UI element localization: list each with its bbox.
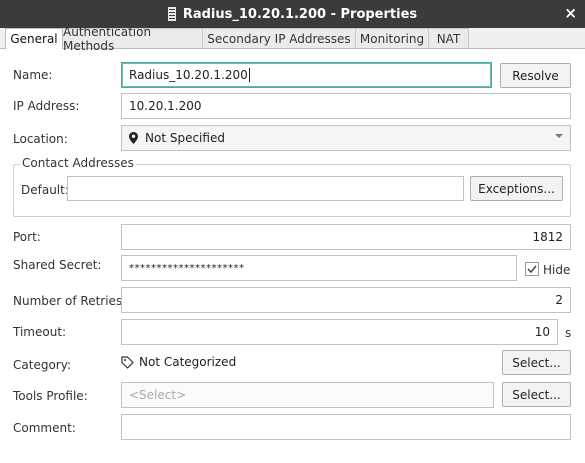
hide-checkbox[interactable] bbox=[525, 262, 539, 276]
tab-monitoring[interactable]: Monitoring bbox=[355, 28, 429, 48]
retries-label: Number of Retries: bbox=[13, 294, 127, 308]
name-value: Radius_10.20.1.200 bbox=[129, 68, 248, 82]
retries-field[interactable]: 2 bbox=[121, 287, 571, 313]
timeout-field[interactable]: 10 bbox=[121, 319, 558, 345]
default-address-label: Default: bbox=[21, 183, 69, 197]
ip-address-field[interactable]: 10.20.1.200 bbox=[121, 93, 571, 119]
resolve-button[interactable]: Resolve bbox=[500, 63, 571, 88]
timeout-unit: s bbox=[565, 326, 572, 340]
tab-secondary-ip-addresses[interactable]: Secondary IP Addresses bbox=[202, 28, 356, 48]
name-label: Name: bbox=[13, 68, 53, 82]
tab-nat[interactable]: NAT bbox=[428, 28, 469, 48]
port-value: 1812 bbox=[532, 230, 563, 244]
tools-profile-select-button[interactable]: Select... bbox=[502, 382, 571, 407]
tag-icon bbox=[121, 355, 134, 369]
category-label: Category: bbox=[13, 358, 71, 372]
shared-secret-label: Shared Secret: bbox=[13, 258, 102, 272]
timeout-label: Timeout: bbox=[13, 325, 67, 339]
tab-general[interactable]: General bbox=[5, 28, 63, 49]
ip-address-value: 10.20.1.200 bbox=[129, 99, 202, 113]
location-dropdown[interactable]: Not Specified bbox=[121, 125, 571, 151]
port-field[interactable]: 1812 bbox=[121, 224, 571, 250]
exceptions-button[interactable]: Exceptions... bbox=[470, 176, 563, 201]
location-value: Not Specified bbox=[145, 131, 225, 145]
shared-secret-field[interactable]: ********************* bbox=[121, 255, 517, 281]
tools-profile-field[interactable]: <Select> bbox=[121, 382, 494, 408]
contact-addresses-title: Contact Addresses bbox=[20, 156, 136, 170]
comment-label: Comment: bbox=[13, 421, 76, 435]
tools-profile-label: Tools Profile: bbox=[13, 389, 88, 403]
shared-secret-value: ********************* bbox=[129, 262, 245, 274]
tab-authentication-methods[interactable]: Authentication Methods bbox=[62, 25, 203, 53]
retries-value: 2 bbox=[555, 293, 563, 307]
checkmark-icon bbox=[527, 265, 537, 274]
tools-profile-placeholder: <Select> bbox=[129, 388, 187, 402]
name-field[interactable]: Radius_10.20.1.200 bbox=[121, 62, 492, 88]
hide-label: Hide bbox=[543, 263, 571, 277]
location-label: Location: bbox=[13, 132, 68, 146]
timeout-value: 10 bbox=[534, 325, 550, 339]
pin-icon bbox=[129, 132, 138, 144]
window-title: Radius_10.20.1.200 - Properties bbox=[182, 6, 418, 22]
server-icon bbox=[167, 7, 176, 21]
ip-address-label: IP Address: bbox=[13, 99, 80, 113]
default-address-field[interactable] bbox=[67, 176, 464, 201]
category-select-button[interactable]: Select... bbox=[502, 350, 571, 375]
tab-bar: General Authentication Methods Secondary… bbox=[0, 25, 585, 53]
close-icon[interactable]: × bbox=[564, 4, 577, 22]
category-value-row: Not Categorized bbox=[121, 355, 236, 369]
text-caret bbox=[248, 68, 250, 82]
chevron-down-icon bbox=[555, 134, 563, 138]
comment-field[interactable] bbox=[121, 414, 571, 440]
port-label: Port: bbox=[13, 230, 41, 244]
category-value: Not Categorized bbox=[139, 355, 237, 369]
